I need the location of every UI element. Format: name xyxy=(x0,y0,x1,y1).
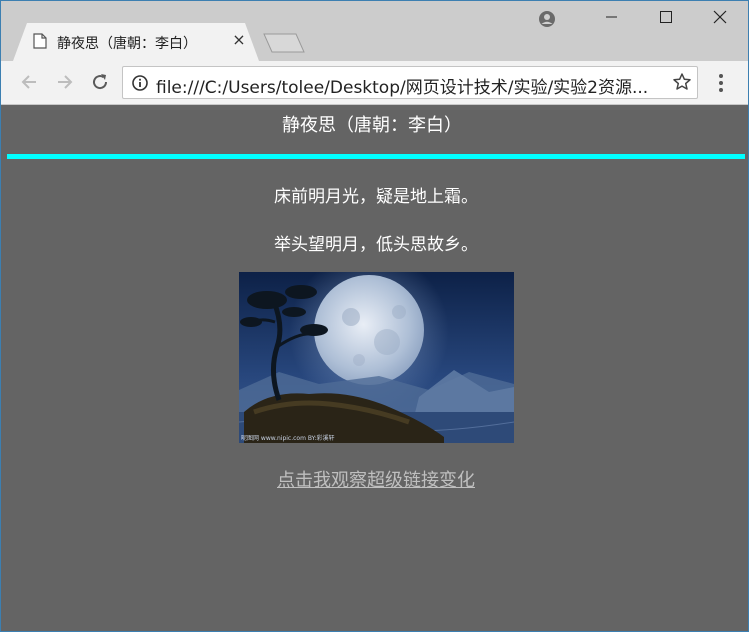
maximize-button[interactable] xyxy=(639,1,693,33)
browser-window: 静夜思（唐朝：李白） × file:///C:/Users/tolee/Desk… xyxy=(0,0,749,632)
back-arrow-icon xyxy=(21,75,36,89)
profile-icon[interactable] xyxy=(538,10,556,28)
reload-button[interactable] xyxy=(89,71,111,93)
address-bar[interactable]: file:///C:/Users/tolee/Desktop/网页设计技术/实验… xyxy=(122,66,698,99)
hyperlink[interactable]: 点击我观察超级链接变化 xyxy=(2,466,749,492)
poem-line-1: 床前明月光，疑是地上霜。 xyxy=(274,187,478,207)
url-text[interactable]: file:///C:/Users/tolee/Desktop/网页设计技术/实验… xyxy=(156,73,656,98)
poem-line-2: 举头望明月，低头思故乡。 xyxy=(274,235,478,255)
minimize-button[interactable] xyxy=(585,1,639,33)
forward-button[interactable] xyxy=(54,71,76,93)
reload-icon xyxy=(93,74,108,90)
close-icon xyxy=(713,10,727,24)
forward-arrow-icon xyxy=(58,75,73,89)
menu-dots-icon[interactable] xyxy=(710,71,732,95)
tab-title: 静夜思（唐朝：李白） xyxy=(57,36,197,52)
minimize-icon xyxy=(606,16,617,18)
browser-tab[interactable]: 静夜思（唐朝：李白） × xyxy=(13,23,259,61)
close-tab-icon[interactable]: × xyxy=(231,30,247,50)
back-button[interactable] xyxy=(18,71,40,93)
moon-night-image: 昵图网 www.nipic.com BY:彩溪轩 xyxy=(239,272,514,443)
horizontal-rule xyxy=(7,154,745,159)
new-tab-button[interactable] xyxy=(263,33,305,53)
page-icon xyxy=(33,33,47,49)
tab-strip: 静夜思（唐朝：李白） × xyxy=(1,1,748,61)
close-window-button[interactable] xyxy=(693,1,747,33)
maximize-icon xyxy=(660,11,672,23)
poem-title: 静夜思（唐朝：李白） xyxy=(282,115,462,136)
image-watermark: 昵图网 www.nipic.com BY:彩溪轩 xyxy=(241,434,335,442)
page-content: 静夜思（唐朝：李白） 床前明月光，疑是地上霜。 举头望明月，低头思故乡。 昵图网… xyxy=(2,105,748,631)
browser-toolbar: file:///C:/Users/tolee/Desktop/网页设计技术/实验… xyxy=(1,61,748,105)
bookmark-star-icon[interactable] xyxy=(672,72,692,92)
info-icon[interactable] xyxy=(132,75,148,91)
